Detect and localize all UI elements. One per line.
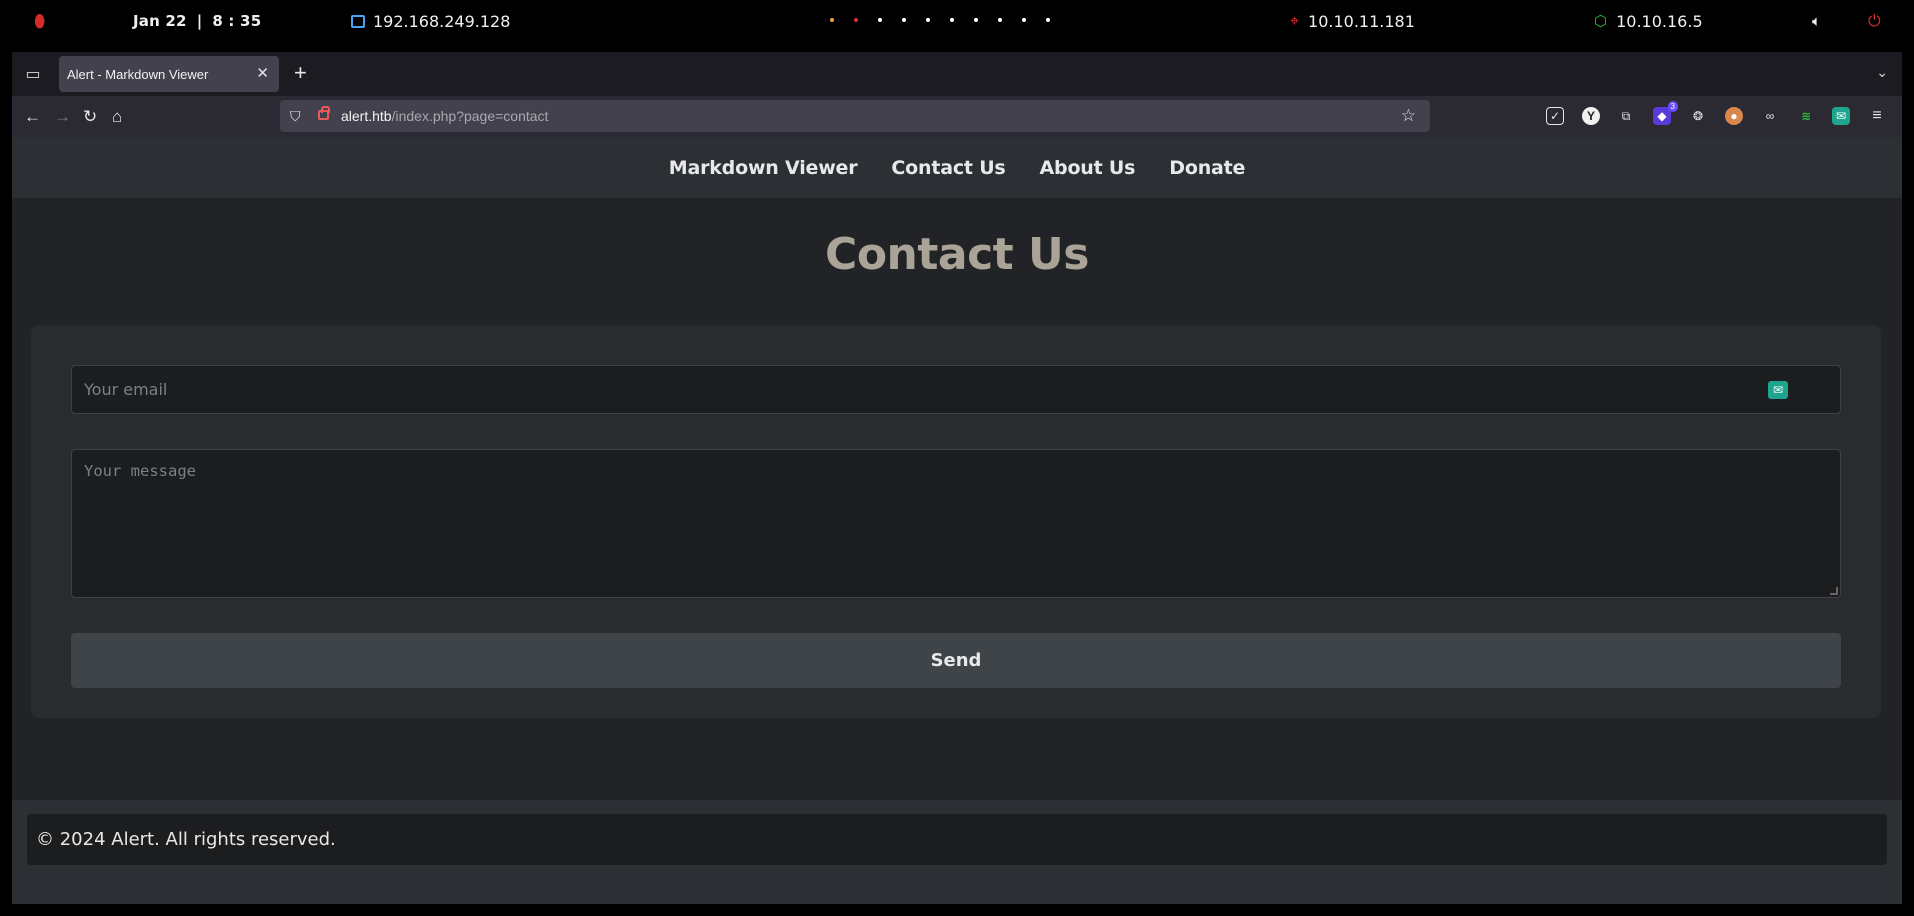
- local-ip-indicator[interactable]: 192.168.249.128: [351, 0, 510, 42]
- browser-chrome: ▭ Alert - Markdown Viewer ✕ + ⌄ ← → ↻ ⌂ …: [12, 52, 1902, 137]
- firefox-view-icon[interactable]: ▭: [20, 62, 46, 86]
- workspace-dot[interactable]: •: [916, 13, 940, 29]
- pocket-icon[interactable]: ✓: [1546, 107, 1564, 125]
- forward-icon[interactable]: →: [54, 96, 71, 137]
- workspace-dot[interactable]: •: [940, 13, 964, 29]
- message-placeholder: Your message: [84, 462, 196, 480]
- shield-icon[interactable]: ⛉: [290, 108, 301, 125]
- close-tab-icon[interactable]: ✕: [256, 64, 269, 82]
- workspace-dot[interactable]: •: [868, 13, 892, 29]
- home-icon[interactable]: ⌂: [112, 96, 122, 137]
- message-textarea[interactable]: Your message: [71, 449, 1841, 598]
- time-label: 8 : 35: [212, 12, 262, 30]
- url-text[interactable]: alert.htb/index.php?page=contact: [341, 108, 548, 124]
- workspace-dot[interactable]: •: [820, 13, 844, 29]
- workspace-switcher[interactable]: • • • • • • • • • •: [820, 0, 1060, 42]
- crosshair-icon: ⌖: [1290, 11, 1300, 30]
- reload-icon[interactable]: ↻: [83, 96, 97, 137]
- yandex-icon[interactable]: Y: [1582, 107, 1600, 125]
- site-navbar: Markdown Viewer Contact Us About Us Dona…: [12, 137, 1902, 198]
- workspace-dot[interactable]: •: [892, 13, 916, 29]
- chevron-down-icon[interactable]: ⌄: [1876, 64, 1888, 81]
- email-placeholder: Your email: [84, 380, 168, 399]
- nav-link-contact-us[interactable]: Contact Us: [891, 157, 1005, 179]
- vpn-ip-label: 10.10.16.5: [1616, 11, 1703, 31]
- footer-text: © 2024 Alert. All rights reserved.: [27, 814, 1887, 865]
- foxyproxy-icon[interactable]: ●: [1725, 107, 1743, 125]
- navigation-toolbar: ← → ↻ ⌂ ⛉ alert.htb/index.php?page=conta…: [12, 96, 1902, 137]
- cookie-icon[interactable]: ❂: [1689, 107, 1707, 125]
- target-ip-label: 10.10.11.181: [1308, 11, 1415, 31]
- workspace-dot[interactable]: •: [844, 13, 868, 29]
- vpn-ip-indicator[interactable]: ⬡ 10.10.16.5: [1594, 0, 1703, 42]
- date-label: Jan 22: [133, 12, 187, 30]
- workspace-dot[interactable]: •: [964, 13, 988, 29]
- system-top-bar: ⬮ Jan 22 | 8 : 35 192.168.249.128 • • • …: [0, 0, 1914, 42]
- cube-icon: ⬡: [1594, 12, 1608, 30]
- mail-autofill-icon[interactable]: ✉: [1768, 381, 1788, 399]
- purple-extension-icon[interactable]: ◆ 3: [1653, 101, 1678, 125]
- url-path: /index.php?page=contact: [391, 108, 549, 124]
- new-tab-icon[interactable]: +: [294, 61, 307, 85]
- resize-handle[interactable]: [1830, 587, 1838, 595]
- glasses-icon[interactable]: ∞: [1761, 107, 1779, 125]
- browser-tab-active[interactable]: Alert - Markdown Viewer ✕: [59, 56, 279, 92]
- url-bar[interactable]: ⛉ alert.htb/index.php?page=contact ☆: [280, 100, 1430, 132]
- power-icon[interactable]: ⏻: [1868, 0, 1881, 42]
- nav-link-donate[interactable]: Donate: [1169, 157, 1245, 179]
- tab-title: Alert - Markdown Viewer: [67, 66, 209, 82]
- url-host: alert.htb: [341, 108, 392, 124]
- page-title: Contact Us: [825, 229, 1089, 280]
- clock: Jan 22 | 8 : 35: [133, 0, 261, 42]
- target-ip-indicator[interactable]: ⌖ 10.10.11.181: [1290, 0, 1415, 42]
- workspace-dot[interactable]: •: [1012, 13, 1036, 29]
- volume-icon[interactable]: 🔈︎: [1812, 0, 1821, 42]
- local-ip-label: 192.168.249.128: [373, 11, 511, 31]
- extension-badge: 3: [1667, 101, 1678, 112]
- site-footer: © 2024 Alert. All rights reserved.: [12, 800, 1902, 904]
- email-field[interactable]: Your email ✉: [71, 365, 1841, 414]
- mail-extension-icon[interactable]: ✉: [1832, 107, 1850, 125]
- back-icon[interactable]: ←: [24, 96, 41, 137]
- clock-separator: |: [196, 12, 203, 30]
- wappalyzer-icon[interactable]: ≋: [1797, 107, 1815, 125]
- menu-icon[interactable]: ≡: [1868, 107, 1886, 125]
- nav-link-about-us[interactable]: About Us: [1040, 157, 1136, 179]
- contact-form-card: Your email ✉ Your message Send: [31, 325, 1881, 718]
- workspace-dot[interactable]: •: [1036, 13, 1060, 29]
- web-page: Markdown Viewer Contact Us About Us Dona…: [12, 137, 1902, 904]
- send-button[interactable]: Send: [71, 633, 1841, 688]
- workspace-dot[interactable]: •: [988, 13, 1012, 29]
- nav-link-markdown-viewer[interactable]: Markdown Viewer: [669, 157, 858, 179]
- insecure-lock-icon[interactable]: [318, 106, 330, 120]
- network-icon: [351, 14, 365, 28]
- bookmark-star-icon[interactable]: ☆: [1401, 106, 1416, 126]
- fingerprint-icon[interactable]: ⬮: [34, 0, 45, 42]
- extensions-icon[interactable]: ⧉: [1617, 107, 1635, 125]
- tab-strip: ▭ Alert - Markdown Viewer ✕ + ⌄: [12, 52, 1902, 96]
